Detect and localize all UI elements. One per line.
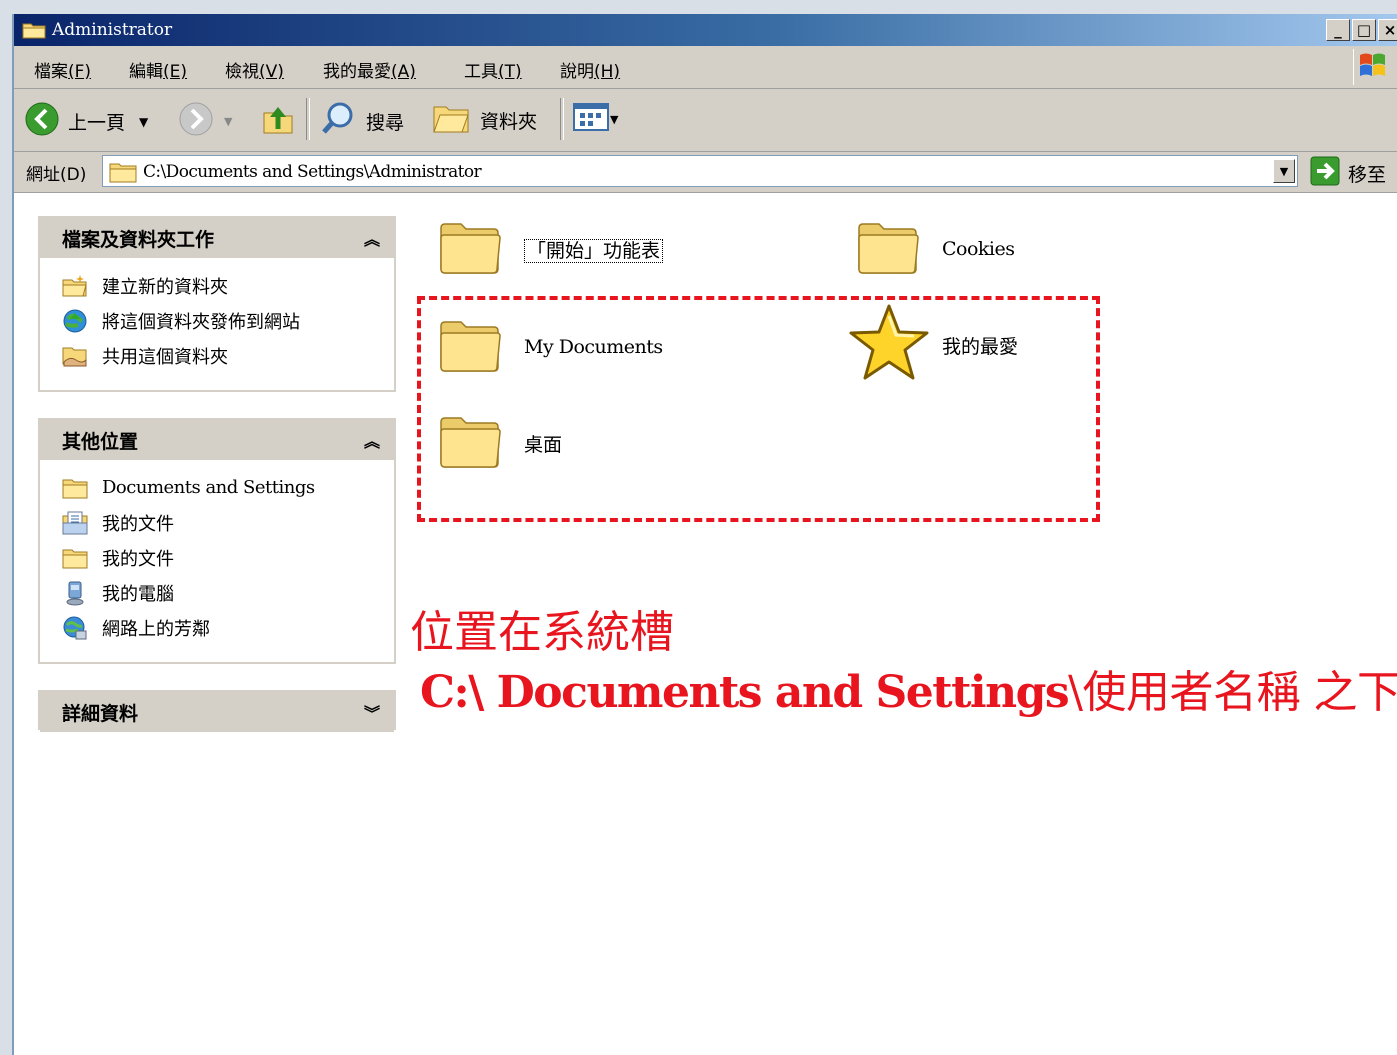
address-input[interactable]: C:\Documents and Settings\Administrator … [102, 155, 1298, 187]
folder-icon [62, 545, 88, 571]
share-folder-icon [62, 343, 88, 369]
address-dropdown-button[interactable]: ▼ [1273, 159, 1295, 183]
folder-icon [22, 21, 46, 43]
make-new-folder-link[interactable]: 建立新的資料夾 [40, 268, 394, 303]
go-label: 移至 [1348, 164, 1387, 186]
file-tasks-panel: 檔案及資料夾工作 ︽ 建立新的資料夾 將這個資料夾發佈到網站 共用這個資料夾 [38, 216, 396, 392]
computer-icon [62, 580, 88, 606]
minimize-button[interactable]: _ [1326, 19, 1350, 41]
address-path: C:\Documents and Settings\Administrator [143, 162, 482, 182]
place-my-documents[interactable]: 我的文件 [40, 505, 394, 540]
search-icon [320, 101, 356, 142]
publish-web-icon [62, 308, 88, 334]
file-tasks-header[interactable]: 檔案及資料夾工作 ︽ [40, 218, 394, 258]
link-label: 建立新的資料夾 [102, 276, 228, 298]
folder-icon [856, 214, 922, 284]
forward-arrow-icon [178, 101, 214, 142]
collapse-icon[interactable]: ︽ [364, 226, 380, 250]
link-label: 網路上的芳鄰 [102, 618, 210, 640]
annotation-path: C:\ Documents and Settings [420, 667, 1070, 718]
folder-icon [432, 101, 470, 140]
annotation-suffix: \使用者名稱 之下 [1068, 667, 1397, 718]
other-places-header[interactable]: 其他位置 ︽ [40, 420, 394, 460]
search-button[interactable]: 搜尋 [320, 101, 404, 142]
views-button[interactable]: ▼ [572, 101, 618, 138]
folder-icon [438, 214, 504, 284]
new-folder-icon [62, 273, 88, 299]
file-name: 「開始」功能表 [524, 238, 664, 263]
chevron-down-icon: ▼ [1279, 164, 1289, 178]
link-label: 我的文件 [102, 548, 174, 570]
folder-icon [109, 161, 137, 187]
publish-folder-link[interactable]: 將這個資料夾發佈到網站 [40, 303, 394, 338]
close-icon: × [1383, 21, 1397, 39]
place-my-documents-2[interactable]: 我的文件 [40, 540, 394, 575]
title-bar[interactable]: Administrator _ □ × [14, 14, 1397, 46]
menu-help[interactable]: 說明(H) [560, 57, 620, 82]
explorer-window: Administrator _ □ × 檔案(F) 編輯(E) 檢視(V) 我的… [12, 14, 1397, 1055]
link-label: 我的文件 [102, 513, 174, 535]
link-label: 將這個資料夾發佈到網站 [102, 311, 300, 333]
minimize-icon: _ [1334, 21, 1342, 39]
go-button[interactable]: 移至 [1310, 156, 1386, 191]
highlight-box [417, 296, 1100, 522]
address-label: 網址(D) [26, 165, 87, 185]
panel-title: 其他位置 [62, 431, 139, 453]
chevron-down-icon[interactable]: ▼ [139, 115, 148, 129]
toolbar: 上一頁 ▼ ▼ 搜尋 資料夾 ▼ [14, 89, 1397, 152]
place-documents-and-settings[interactable]: Documents and Settings [40, 470, 394, 505]
folders-label: 資料夾 [480, 111, 538, 133]
file-name: Cookies [942, 238, 1015, 260]
annotation-line-1: 位置在系統槽 [410, 607, 674, 658]
menu-favorites[interactable]: 我的最愛(A) [323, 57, 416, 82]
folder-icon [62, 475, 88, 501]
collapse-icon[interactable]: ︽ [364, 428, 380, 452]
chevron-down-icon[interactable]: ▼ [610, 113, 618, 126]
link-label: Documents and Settings [102, 477, 315, 498]
maximize-icon: □ [1356, 21, 1372, 39]
back-arrow-icon [24, 101, 60, 142]
back-label: 上一頁 [68, 112, 126, 134]
window-title: Administrator [52, 20, 173, 40]
go-arrow-icon [1310, 156, 1340, 191]
menu-tools[interactable]: 工具(T) [464, 57, 522, 82]
place-my-computer[interactable]: 我的電腦 [40, 575, 394, 610]
share-folder-link[interactable]: 共用這個資料夾 [40, 338, 394, 373]
menu-view[interactable]: 檢視(V) [225, 57, 284, 82]
close-button[interactable]: × [1378, 19, 1397, 41]
up-folder-icon [260, 101, 296, 142]
back-button[interactable]: 上一頁 ▼ [24, 101, 148, 142]
folders-button[interactable]: 資料夾 [432, 101, 537, 140]
expand-icon[interactable]: ︾ [364, 700, 380, 724]
link-label: 我的電腦 [102, 583, 174, 605]
file-item[interactable]: Cookies [856, 214, 1015, 284]
my-documents-icon [62, 510, 88, 536]
address-bar: 網址(D) C:\Documents and Settings\Administ… [14, 152, 1397, 193]
menu-file[interactable]: 檔案(F) [34, 57, 91, 82]
place-network-neighborhood[interactable]: 網路上的芳鄰 [40, 610, 394, 645]
link-label: 共用這個資料夾 [102, 346, 228, 368]
views-icon [572, 101, 610, 138]
network-icon [62, 615, 88, 641]
file-item[interactable]: 「開始」功能表 [438, 214, 664, 284]
chevron-down-icon[interactable]: ▼ [224, 115, 232, 128]
other-places-panel: 其他位置 ︽ Documents and Settings 我的文件 我的文件 … [38, 418, 396, 664]
panel-title: 詳細資料 [62, 703, 139, 725]
maximize-button[interactable]: □ [1352, 19, 1376, 41]
forward-button[interactable]: ▼ [178, 101, 232, 142]
menu-bar: 檔案(F) 編輯(E) 檢視(V) 我的最愛(A) 工具(T) 說明(H) [14, 46, 1397, 89]
menu-edit[interactable]: 編輯(E) [129, 57, 187, 82]
annotation-line-2: C:\ Documents and Settings\使用者名稱 之下 [420, 656, 1397, 720]
search-label: 搜尋 [366, 112, 405, 134]
details-panel: 詳細資料 ︾ [38, 690, 396, 732]
up-folder-button[interactable] [260, 101, 296, 142]
panel-title: 檔案及資料夾工作 [62, 229, 215, 251]
windows-logo [1353, 49, 1392, 85]
details-header[interactable]: 詳細資料 ︾ [40, 692, 394, 732]
